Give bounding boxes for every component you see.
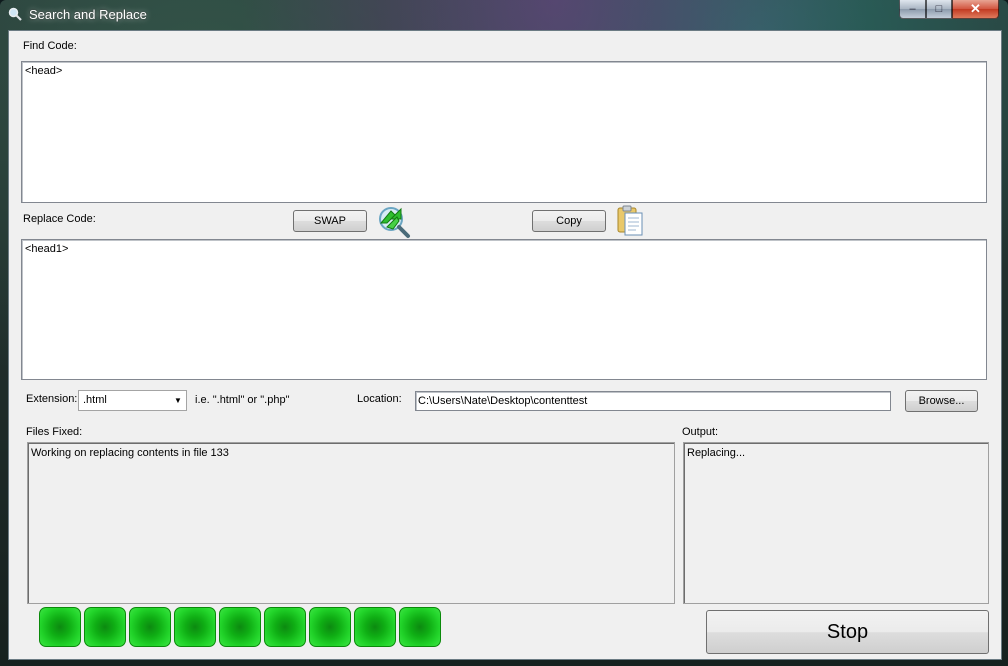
extension-value: .html (83, 394, 107, 406)
progress-block (264, 607, 306, 647)
progress-bar (39, 607, 441, 647)
title-bar[interactable]: Search and Replace – □ ✕ (0, 0, 1008, 30)
extension-label: Extension: (26, 393, 78, 405)
location-label: Location: (357, 393, 402, 405)
progress-block (219, 607, 261, 647)
swap-arrows-magnifier-icon[interactable] (375, 203, 411, 239)
progress-block (39, 607, 81, 647)
location-input[interactable]: C:\Users\Nate\Desktop\contenttest (415, 391, 891, 411)
magnifier-icon (8, 7, 22, 21)
window-controls: – □ ✕ (899, 0, 999, 20)
swap-button[interactable]: SWAP (293, 210, 367, 232)
output-label: Output: (682, 426, 719, 438)
maximize-button[interactable]: □ (926, 0, 952, 19)
replace-code-label: Replace Code: (23, 213, 96, 225)
find-code-textarea[interactable]: <head> (21, 61, 987, 203)
client-area: Find Code: <head> Replace Code: SWAP Cop… (8, 30, 1002, 660)
progress-block (174, 607, 216, 647)
progress-block (129, 607, 171, 647)
replace-code-textarea[interactable]: <head1> (21, 239, 987, 380)
chevron-down-icon[interactable]: ▼ (170, 391, 186, 410)
progress-block (84, 607, 126, 647)
minimize-button[interactable]: – (899, 0, 926, 19)
output-log[interactable]: Replacing... (683, 442, 989, 604)
extension-select[interactable]: .html ▼ (78, 390, 187, 411)
clipboard-icon[interactable] (615, 205, 645, 237)
copy-button[interactable]: Copy (532, 210, 606, 232)
stop-button[interactable]: Stop (706, 610, 989, 654)
close-button[interactable]: ✕ (952, 0, 999, 19)
progress-block (354, 607, 396, 647)
extension-hint: i.e. ".html" or ".php" (195, 394, 290, 406)
browse-button[interactable]: Browse... (905, 390, 978, 412)
files-fixed-label: Files Fixed: (26, 426, 83, 438)
find-code-label: Find Code: (23, 40, 77, 52)
progress-block (309, 607, 351, 647)
progress-block (399, 607, 441, 647)
window-title: Search and Replace (29, 7, 147, 22)
files-fixed-log[interactable]: Working on replacing contents in file 13… (27, 442, 675, 604)
